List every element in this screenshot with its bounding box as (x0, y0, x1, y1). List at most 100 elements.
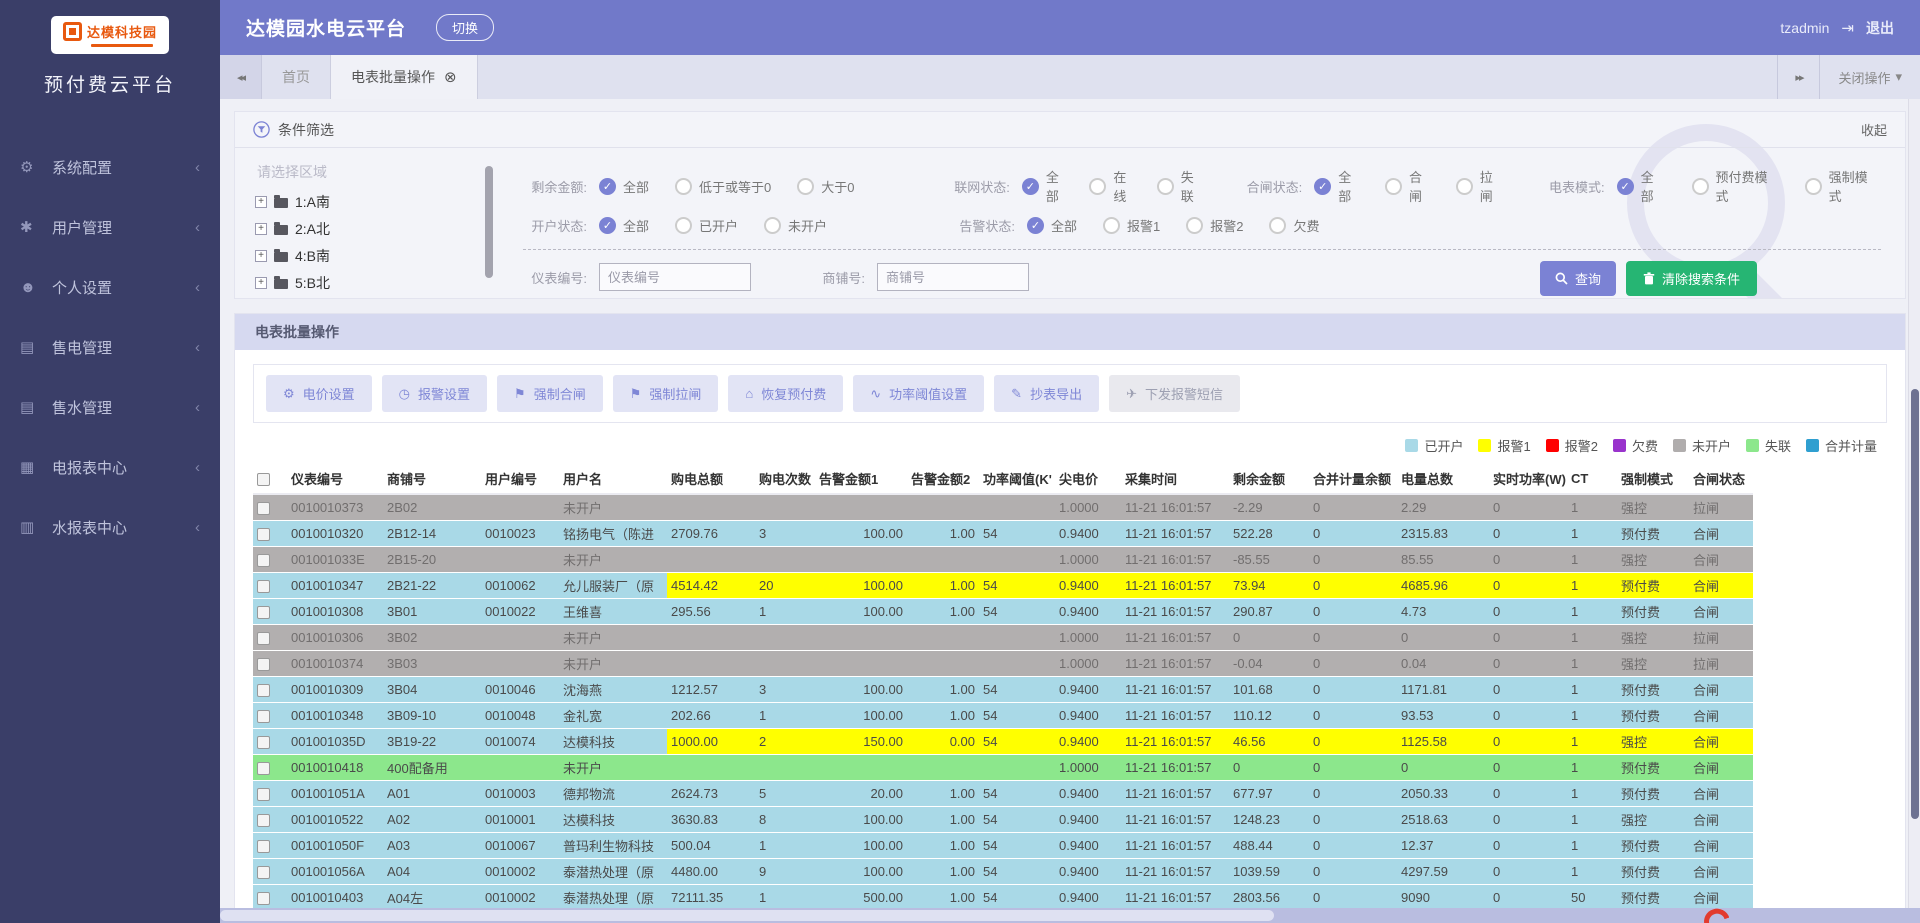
row-checkbox[interactable] (257, 788, 270, 801)
radio-option[interactable]: 拉闸 (1456, 167, 1501, 205)
row-checkbox[interactable] (257, 736, 270, 749)
toolbar-button-3[interactable]: ⚑强制拉闸 (613, 375, 719, 412)
radio-unchecked-icon[interactable] (1186, 217, 1203, 234)
table-cell: 0 (1489, 572, 1567, 598)
sidebar-item-1[interactable]: ✱用户管理‹ (0, 197, 220, 257)
radio-option[interactable]: 未开户 (764, 216, 827, 235)
radio-option[interactable]: ✓全部 (1314, 167, 1359, 205)
toolbar-button-0[interactable]: ⚙电价设置 (266, 375, 372, 412)
tab-meter-batch[interactable]: 电表批量操作 ⊗ (331, 55, 478, 99)
tab-close-icon[interactable]: ⊗ (444, 68, 457, 86)
tree-node-1[interactable]: +2:A北 (255, 219, 483, 239)
radio-unchecked-icon[interactable] (797, 178, 814, 195)
sidebar-item-5[interactable]: ▦电报表中心‹ (0, 437, 220, 497)
radio-option[interactable]: 报警2 (1186, 216, 1243, 235)
table-cell: 0 (1489, 676, 1567, 702)
radio-unchecked-icon[interactable] (764, 217, 781, 234)
switch-button[interactable]: 切换 (436, 14, 494, 41)
radio-option[interactable]: 欠费 (1269, 216, 1319, 235)
radio-option[interactable]: 预付费模式 (1692, 167, 1779, 205)
radio-checked-icon[interactable]: ✓ (1027, 217, 1044, 234)
row-checkbox[interactable] (257, 580, 270, 593)
vertical-scrollbar-thumb[interactable] (1911, 389, 1919, 819)
toolbar-button-5[interactable]: ∿功率阈值设置 (853, 375, 984, 412)
radio-unchecked-icon[interactable] (1456, 178, 1473, 195)
collapse-button[interactable]: 收起 (1861, 120, 1887, 139)
sidebar-item-2[interactable]: ☻个人设置‹ (0, 257, 220, 317)
radio-unchecked-icon[interactable] (1269, 217, 1286, 234)
radio-checked-icon[interactable]: ✓ (1314, 178, 1331, 195)
horizontal-scrollbar-thumb[interactable] (220, 910, 1274, 921)
row-checkbox[interactable] (257, 606, 270, 619)
shop-no-input[interactable] (877, 263, 1029, 291)
radio-checked-icon[interactable]: ✓ (1022, 178, 1039, 195)
radio-option[interactable]: 合闸 (1385, 167, 1430, 205)
radio-option[interactable]: 已开户 (675, 216, 738, 235)
close-operations-dropdown[interactable]: 关闭操作 ▾ (1819, 55, 1920, 99)
expand-icon[interactable]: + (255, 277, 267, 289)
radio-option[interactable]: 报警1 (1103, 216, 1160, 235)
radio-option[interactable]: ✓全部 (599, 177, 649, 196)
row-checkbox[interactable] (257, 814, 270, 827)
row-checkbox[interactable] (257, 554, 270, 567)
row-checkbox[interactable] (257, 892, 270, 905)
row-checkbox[interactable] (257, 502, 270, 515)
row-checkbox[interactable] (257, 840, 270, 853)
radio-unchecked-icon[interactable] (1089, 178, 1106, 195)
clear-search-button[interactable]: 清除搜索条件 (1626, 261, 1757, 296)
toolbar-button-6[interactable]: ✎抄表导出 (994, 375, 1099, 412)
row-checkbox[interactable] (257, 658, 270, 671)
radio-checked-icon[interactable]: ✓ (599, 217, 616, 234)
tree-scrollbar[interactable] (485, 166, 493, 278)
sidebar-item-6[interactable]: ▥水报表中心‹ (0, 497, 220, 557)
radio-option[interactable]: ✓全部 (1022, 167, 1063, 205)
radio-unchecked-icon[interactable] (675, 217, 692, 234)
radio-unchecked-icon[interactable] (675, 178, 692, 195)
table-cell: 合闸 (1689, 546, 1753, 572)
logout-button[interactable]: 退出 (1866, 18, 1894, 38)
meter-no-input[interactable] (599, 263, 751, 291)
row-checkbox[interactable] (257, 866, 270, 879)
tree-node-0[interactable]: +1:A南 (255, 192, 483, 212)
row-checkbox[interactable] (257, 762, 270, 775)
tree-node-2[interactable]: +4:B南 (255, 246, 483, 266)
radio-option[interactable]: 低于或等于0 (675, 177, 771, 196)
tab-home[interactable]: 首页 (262, 55, 331, 99)
radio-unchecked-icon[interactable] (1157, 178, 1174, 195)
radio-option[interactable]: ✓全部 (599, 216, 649, 235)
radio-option[interactable]: 大于0 (797, 177, 854, 196)
row-checkbox[interactable] (257, 684, 270, 697)
row-checkbox[interactable] (257, 528, 270, 541)
row-checkbox[interactable] (257, 710, 270, 723)
tree-node-3[interactable]: +5:B北 (255, 273, 483, 293)
sidebar-item-3[interactable]: ▤售电管理‹ (0, 317, 220, 377)
radio-unchecked-icon[interactable] (1805, 178, 1822, 195)
radio-option[interactable]: ✓全部 (1617, 167, 1666, 205)
radio-checked-icon[interactable]: ✓ (1617, 178, 1634, 195)
radio-unchecked-icon[interactable] (1692, 178, 1709, 195)
select-all-checkbox[interactable] (257, 473, 270, 486)
tabs-scroll-right-icon[interactable]: ▸▸ (1777, 55, 1819, 99)
radio-option[interactable]: 强制模式 (1805, 167, 1879, 205)
toolbar-button-4[interactable]: ⌂恢复预付费 (728, 375, 843, 412)
toolbar-button-2[interactable]: ⚑强制合闸 (497, 375, 603, 412)
row-checkbox[interactable] (257, 632, 270, 645)
radio-checked-icon[interactable]: ✓ (599, 178, 616, 195)
expand-icon[interactable]: + (255, 223, 267, 235)
radio-option[interactable]: ✓全部 (1027, 216, 1077, 235)
sidebar-item-4[interactable]: ▤售水管理‹ (0, 377, 220, 437)
radio-option[interactable]: 失联 (1157, 167, 1198, 205)
radio-option[interactable]: 在线 (1089, 167, 1130, 205)
table-cell: 预付费 (1617, 572, 1689, 598)
logout-icon[interactable]: ⇥ (1841, 19, 1854, 37)
search-button[interactable]: 查询 (1540, 261, 1616, 296)
expand-icon[interactable]: + (255, 250, 267, 262)
sidebar-item-0[interactable]: ⚙系统配置‹ (0, 137, 220, 197)
toolbar-button-1[interactable]: ◷报警设置 (382, 375, 487, 412)
radio-unchecked-icon[interactable] (1385, 178, 1402, 195)
expand-icon[interactable]: + (255, 196, 267, 208)
radio-unchecked-icon[interactable] (1103, 217, 1120, 234)
table-cell: 11-21 16:01:57 (1121, 624, 1229, 650)
table-cell: 1.00 (907, 702, 979, 728)
tabs-scroll-left-icon[interactable]: ◂◂ (220, 55, 262, 99)
